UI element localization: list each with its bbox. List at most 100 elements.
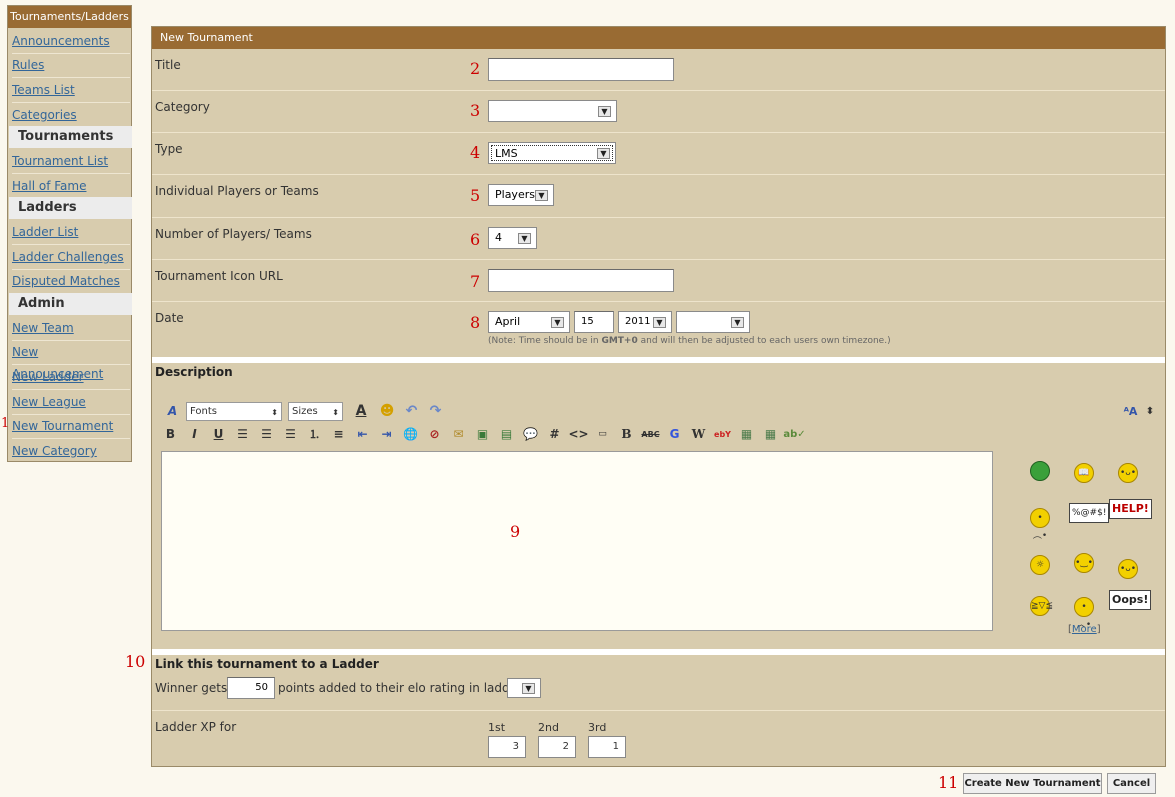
sidebar-item-hall-of-fame[interactable]: Hall of Fame	[12, 175, 130, 199]
text-size-icon[interactable]: ᴬA	[1120, 401, 1141, 421]
sidebar-item-disputed-matches[interactable]: Disputed Matches	[12, 270, 130, 294]
type-row: Type 4 LMS ▼	[152, 133, 1165, 175]
more-smileys-link[interactable]: More	[1072, 624, 1097, 635]
date-time-select[interactable]: ▼	[676, 311, 750, 333]
table-icon[interactable]: ▦	[736, 424, 757, 444]
ladder-xp-label: Ladder XP for	[155, 720, 237, 734]
sidebar-item-ladder-challenges[interactable]: Ladder Challenges	[12, 246, 130, 270]
sidebar-item-new-announcement[interactable]: New Announcement	[12, 341, 130, 381]
worried-smiley-icon[interactable]: •︿•	[1074, 597, 1094, 630]
editor-toolbar-right: ᴬA ⬍	[1120, 401, 1156, 421]
bold-icon[interactable]: B	[160, 424, 181, 444]
sidebar-section-ladders: Ladders	[9, 197, 132, 219]
spellcheck-icon[interactable]: ab✓	[783, 424, 805, 444]
font-size-select[interactable]: Sizes ⬍	[288, 401, 343, 421]
sidebar-item-ladder-list[interactable]: Ladder List	[12, 221, 130, 245]
icon-url-input[interactable]	[488, 269, 674, 292]
chevron-down-icon: ▼	[535, 190, 548, 201]
xp-third-input[interactable]: 1	[588, 736, 626, 758]
table-edit-icon[interactable]: ▦	[760, 424, 781, 444]
redo-icon[interactable]: ↷	[425, 401, 446, 421]
sidebar-item-teams-list[interactable]: Teams List	[12, 79, 130, 103]
emoticon-icon[interactable]: ☻	[376, 401, 398, 421]
date-year-select[interactable]: 2011 ▼	[618, 311, 672, 333]
type-select-value: LMS	[491, 145, 613, 161]
align-center-icon[interactable]: ☰	[256, 424, 277, 444]
php-icon[interactable]: ▭	[592, 424, 613, 444]
help-sign-icon[interactable]: HELP!	[1109, 499, 1152, 519]
google-icon[interactable]: G	[664, 424, 685, 444]
indent-icon[interactable]: ⇥	[376, 424, 397, 444]
insert-video-icon[interactable]: ▤	[496, 424, 517, 444]
players-or-teams-select[interactable]: Players ▼	[488, 184, 554, 206]
chevron-down-icon: ▼	[551, 317, 564, 328]
insert-link-icon[interactable]: 🌐	[400, 424, 421, 444]
players-or-teams-label: Individual Players or Teams	[155, 184, 319, 198]
email-icon[interactable]: ✉	[448, 424, 469, 444]
strikethrough-icon[interactable]: ABC	[640, 424, 661, 444]
italic-icon[interactable]: I	[184, 424, 205, 444]
xp-first-input[interactable]: 3	[488, 736, 526, 758]
align-left-icon[interactable]: ☰	[232, 424, 253, 444]
juggling-smiley-icon[interactable]: •ᴗ•	[1118, 559, 1138, 579]
font-color-icon[interactable]: A	[349, 401, 373, 421]
date-day-input[interactable]: 15	[574, 311, 614, 333]
marker-2: 2	[470, 59, 481, 78]
title-input[interactable]	[488, 58, 674, 81]
sad-smiley-icon[interactable]: •︵•	[1030, 508, 1050, 541]
unordered-list-icon[interactable]: ≡	[328, 424, 349, 444]
resize-icon[interactable]: ⬍	[1144, 401, 1156, 421]
font-family-select[interactable]: Fonts ⬍	[186, 401, 282, 421]
reading-smiley-icon[interactable]: 📖	[1074, 463, 1094, 483]
outdent-icon[interactable]: ⇤	[352, 424, 373, 444]
ebay-icon[interactable]: ebY	[712, 424, 733, 444]
ladder-select[interactable]: ▼	[507, 678, 541, 698]
code-icon[interactable]: <>	[568, 424, 589, 444]
hash-icon[interactable]: #	[544, 424, 565, 444]
remove-format-icon[interactable]: A	[162, 401, 183, 421]
category-label: Category	[155, 100, 210, 114]
bold-text-icon[interactable]: B	[616, 424, 637, 444]
cool-smiley-icon[interactable]: •ᴗ•	[1118, 463, 1138, 483]
xp-second-input[interactable]: 2	[538, 736, 576, 758]
new-tournament-panel: New Tournament Title 2 Category 3 ▼ Type…	[125, 26, 1166, 767]
sidebar-item-new-team[interactable]: New Team	[12, 317, 130, 341]
chevron-down-icon: ▼	[731, 317, 744, 328]
wikipedia-icon[interactable]: W	[688, 424, 709, 444]
sidebar-item-new-ladder[interactable]: New Ladder	[12, 366, 130, 390]
sidebar-item-new-category[interactable]: New Category	[12, 440, 130, 464]
winner-points-input[interactable]: 50	[227, 677, 275, 699]
cancel-button[interactable]: Cancel	[1107, 773, 1156, 794]
oops-sign-icon[interactable]: Oops!	[1109, 590, 1152, 610]
date-month-select[interactable]: April ▼	[488, 311, 570, 333]
neutral-smiley-icon[interactable]: •‿•	[1074, 553, 1094, 573]
sidebar-section-admin: Admin	[9, 293, 132, 315]
sidebar-item-categories[interactable]: Categories	[12, 104, 130, 128]
balloon-icon[interactable]	[1030, 461, 1050, 481]
category-select[interactable]: ▼	[488, 100, 617, 122]
editor-toolbar-top: A Fonts ⬍ Sizes ⬍ A ☻ ↶ ↷	[162, 401, 446, 421]
sidebar-item-new-league[interactable]: New League	[12, 391, 130, 415]
insert-image-icon[interactable]: ▣	[472, 424, 493, 444]
align-right-icon[interactable]: ☰	[280, 424, 301, 444]
laughing-smiley-icon[interactable]: ≧▽≦	[1030, 596, 1053, 616]
sidebar-item-announcements[interactable]: Announcements	[12, 30, 130, 54]
undo-icon[interactable]: ↶	[401, 401, 422, 421]
sidebar-item-rules[interactable]: Rules	[12, 54, 130, 78]
remove-link-icon[interactable]: ⊘	[424, 424, 445, 444]
sidebar: Tournaments/Ladders Announcements Rules …	[7, 5, 132, 462]
num-players-row: Number of Players/ Teams 6 4 ▼	[152, 218, 1165, 260]
type-select[interactable]: LMS ▼	[488, 142, 616, 164]
num-players-select[interactable]: 4 ▼	[488, 227, 537, 249]
create-tournament-button[interactable]: Create New Tournament	[963, 773, 1102, 794]
sidebar-section-tournaments: Tournaments	[9, 126, 132, 148]
description-editor[interactable]: 9	[161, 451, 993, 631]
quote-icon[interactable]: 💬	[520, 424, 541, 444]
sidebar-item-tournament-list[interactable]: Tournament List	[12, 150, 130, 174]
ordered-list-icon[interactable]: ⒈	[304, 424, 325, 444]
idea-smiley-icon[interactable]: ☼	[1030, 555, 1050, 575]
cursing-smiley-icon[interactable]: %@#$!	[1069, 503, 1110, 523]
num-players-label: Number of Players/ Teams	[155, 227, 312, 241]
underline-icon[interactable]: U	[208, 424, 229, 444]
sidebar-item-new-tournament[interactable]: New Tournament	[12, 415, 130, 439]
